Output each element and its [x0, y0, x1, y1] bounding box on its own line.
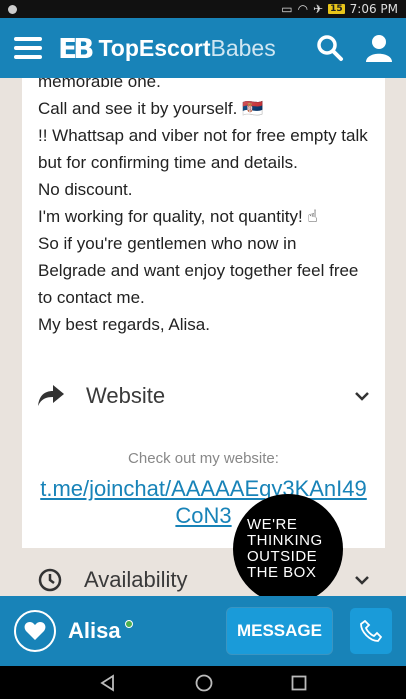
search-icon[interactable]	[316, 34, 344, 62]
website-caption: Check out my website:	[128, 450, 279, 467]
description-line: !! Whattsap and viber not for free empty…	[38, 126, 368, 172]
contact-bar: Alisa MESSAGE	[0, 596, 406, 666]
website-section-toggle[interactable]: Website	[22, 366, 385, 426]
description-line: No discount.	[38, 180, 133, 199]
site-logo[interactable]: EB TopEscort Babes	[58, 32, 276, 65]
notification-dot-icon	[8, 4, 17, 14]
airplane-icon: ✈	[313, 2, 324, 16]
clock-icon	[38, 568, 62, 592]
wifi-icon: ◠	[297, 2, 309, 16]
battery-icon: 15	[328, 4, 345, 14]
profile-name: Alisa	[68, 618, 121, 643]
online-status-dot	[124, 620, 133, 628]
chevron-down-icon	[355, 392, 369, 401]
message-button[interactable]: MESSAGE	[226, 608, 332, 654]
recents-icon[interactable]	[291, 675, 307, 691]
hamburger-icon[interactable]	[14, 37, 42, 59]
home-icon[interactable]	[195, 674, 213, 692]
status-bar: ▭ ◠ ✈ 15 7:06 PM	[0, 0, 406, 18]
share-arrow-icon	[38, 385, 64, 406]
website-section-label: Website	[86, 383, 166, 408]
call-button[interactable]	[350, 608, 392, 654]
logo-text-light: Babes	[210, 34, 276, 61]
back-icon[interactable]	[99, 673, 117, 692]
favorite-button[interactable]	[14, 610, 56, 652]
heart-icon	[24, 622, 46, 640]
user-icon[interactable]	[366, 34, 392, 62]
phone-icon	[360, 620, 382, 642]
badge-line: WE'RE	[247, 516, 298, 533]
badge-line: THINKING	[247, 532, 323, 549]
profile-content[interactable]: memorable one. Call and see it by yourse…	[0, 78, 406, 596]
logo-mark: EB	[58, 31, 95, 65]
clock-time: 7:06 PM	[349, 2, 398, 16]
description-line: So if you're gentlemen who now in Belgra…	[38, 234, 359, 307]
description-line: Call and see it by yourself. 🇷🇸	[38, 99, 264, 118]
logo-text-bold: TopEscort	[98, 34, 211, 61]
overlay-badge: WE'RE THINKING OUTSIDE THE BOX	[233, 494, 343, 604]
app-header: EB TopEscort Babes	[0, 18, 406, 78]
description-line: My best regards, Alisa.	[38, 315, 210, 334]
badge-line: THE BOX	[247, 564, 317, 581]
system-nav-bar	[0, 666, 406, 699]
cast-icon: ▭	[281, 2, 293, 16]
badge-line: OUTSIDE	[247, 548, 318, 565]
description-line: I'm working for quality, not quantity! ☝	[38, 207, 318, 226]
description-line: memorable one.	[38, 78, 161, 91]
availability-section-label: Availability	[84, 567, 188, 592]
chevron-down-icon	[355, 576, 369, 585]
